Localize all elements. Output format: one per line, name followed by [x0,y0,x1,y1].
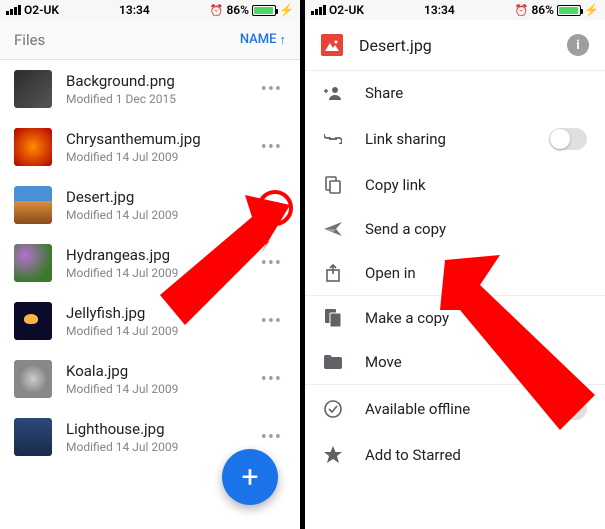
status-bar: O2-UK 13:34 ⏰ 86% ⚡ [305,0,605,20]
more-icon[interactable]: ••• [257,133,286,162]
battery-pct-label: 86% [531,3,554,17]
annotation-arrow [140,195,290,325]
action-label: Add to Starred [365,446,587,464]
carrier-label: O2-UK [24,3,59,17]
file-item[interactable]: Background.png Modified 1 Dec 2015 ••• [0,60,300,118]
link-icon [323,134,343,144]
copy-link-action[interactable]: Copy link [305,163,605,207]
add-starred-action[interactable]: Add to Starred [305,433,605,477]
sheet-title: Desert.jpg [359,36,551,55]
link-sharing-toggle[interactable] [549,128,587,150]
share-action[interactable]: Share [305,70,605,115]
files-header: Files NAME ↑ [0,20,300,60]
thumbnail [14,302,52,340]
thumbnail [14,186,52,224]
more-icon[interactable]: ••• [257,365,286,394]
file-name: Lighthouse.jpg [66,420,243,438]
star-icon [323,446,343,464]
action-label: Send a copy [365,220,587,238]
sort-button[interactable]: NAME ↑ [240,32,286,48]
person-add-icon [323,86,343,100]
status-bar: O2-UK 13:34 ⏰ 86% ⚡ [0,0,300,20]
alarm-icon: ⏰ [210,4,224,17]
file-list-panel: O2-UK 13:34 ⏰ 86% ⚡ Files NAME ↑ Backgro… [0,0,300,529]
clock-label: 13:34 [119,3,150,17]
battery-icon [557,5,581,16]
charging-icon: ⚡ [279,3,294,17]
file-modified: Modified 14 Jul 2009 [66,382,243,396]
action-label: Share [365,84,587,102]
add-button[interactable]: + [222,449,278,505]
signal-icon [6,5,21,15]
link-sharing-action[interactable]: Link sharing [305,115,605,163]
file-item[interactable]: Chrysanthemum.jpg Modified 14 Jul 2009 •… [0,118,300,176]
file-name: Koala.jpg [66,362,243,380]
annotation-arrow [440,255,600,430]
file-modified: Modified 1 Dec 2015 [66,92,243,106]
action-label: Copy link [365,176,587,194]
action-sheet-panel: O2-UK 13:34 ⏰ 86% ⚡ Desert.jpg i Share L… [305,0,605,529]
open-in-icon [323,264,343,282]
copy-icon [323,176,343,194]
offline-icon [323,400,343,418]
file-name: Background.png [66,72,243,90]
signal-icon [311,5,326,15]
file-modified: Modified 14 Jul 2009 [66,440,243,454]
battery-pct-label: 86% [226,3,249,17]
action-label: Link sharing [365,130,527,148]
thumbnail [14,360,52,398]
image-file-icon [321,34,343,56]
thumbnail [14,70,52,108]
file-modified: Modified 14 Jul 2009 [66,324,243,338]
more-icon[interactable]: ••• [257,75,286,104]
thumbnail [14,128,52,166]
more-icon[interactable]: ••• [257,423,286,452]
charging-icon: ⚡ [584,3,599,17]
thumbnail [14,418,52,456]
clock-label: 13:34 [424,3,455,17]
chevron-up-icon: ↑ [280,32,287,48]
duplicate-icon [323,309,343,327]
carrier-label: O2-UK [329,3,364,17]
file-name: Chrysanthemum.jpg [66,130,243,148]
plus-icon: + [241,460,258,495]
folder-icon [323,355,343,369]
thumbnail [14,244,52,282]
send-icon [323,222,343,236]
battery-icon [252,5,276,16]
files-heading: Files [14,31,45,49]
send-copy-action[interactable]: Send a copy [305,207,605,251]
info-button[interactable]: i [567,34,589,56]
file-modified: Modified 14 Jul 2009 [66,150,243,164]
alarm-icon: ⏰ [515,4,529,17]
sheet-header: Desert.jpg i [305,20,605,70]
file-item[interactable]: Koala.jpg Modified 14 Jul 2009 ••• [0,350,300,408]
